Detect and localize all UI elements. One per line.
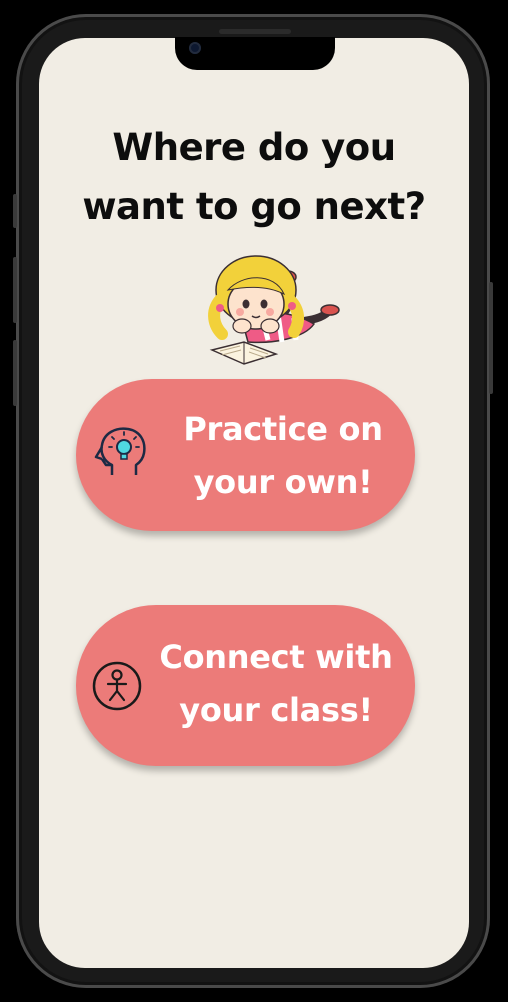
volume-down-button	[13, 340, 17, 406]
app-screen: Where do you want to go next? Practice o…	[39, 38, 469, 968]
connect-button-label: Connect with your class!	[144, 631, 408, 737]
page-title: Where do you want to go next?	[39, 118, 469, 236]
head-lightbulb-icon	[94, 427, 146, 475]
power-button	[489, 282, 493, 394]
girl-reading-illustration	[208, 255, 340, 365]
practice-label-line-2: your own!	[193, 463, 373, 501]
practice-on-your-own-button[interactable]: Practice on your own!	[76, 379, 415, 531]
connect-label-line-1: Connect with	[159, 638, 393, 676]
connect-with-your-class-button[interactable]: Connect with your class!	[76, 605, 415, 766]
notch	[175, 29, 335, 70]
speaker-grille	[219, 29, 291, 34]
volume-up-button	[13, 257, 17, 323]
person-circle-icon	[92, 661, 142, 711]
page-title-line-1: Where do you	[112, 126, 396, 169]
practice-button-label: Practice on your own!	[164, 403, 402, 509]
connect-label-line-2: your class!	[179, 691, 373, 729]
camera-icon	[189, 42, 201, 54]
silent-switch	[13, 194, 17, 228]
practice-label-line-1: Practice on	[183, 410, 383, 448]
page-title-line-2: want to go next?	[82, 185, 426, 228]
